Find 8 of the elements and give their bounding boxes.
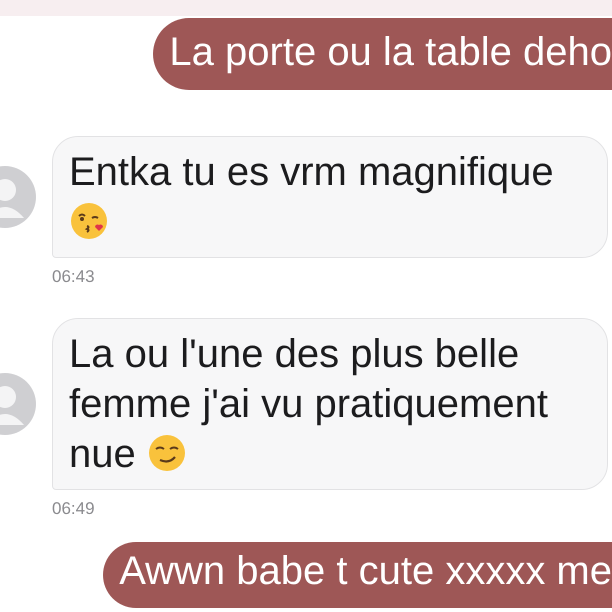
smirking-face-icon	[146, 433, 187, 473]
received-message: Entka tu es vrm magnifique	[52, 136, 608, 258]
message-time: 06:49	[52, 498, 96, 520]
sent-message: La porte ou la table deho	[153, 18, 612, 90]
message-time: 06:43	[52, 266, 96, 288]
received-message: La ou l'une des plus belle femme j'ai vu pratiquement nue	[52, 318, 608, 490]
sent-message: Awwn babe t cute xxxxx me	[103, 542, 612, 608]
kissing-face-icon	[69, 201, 109, 241]
